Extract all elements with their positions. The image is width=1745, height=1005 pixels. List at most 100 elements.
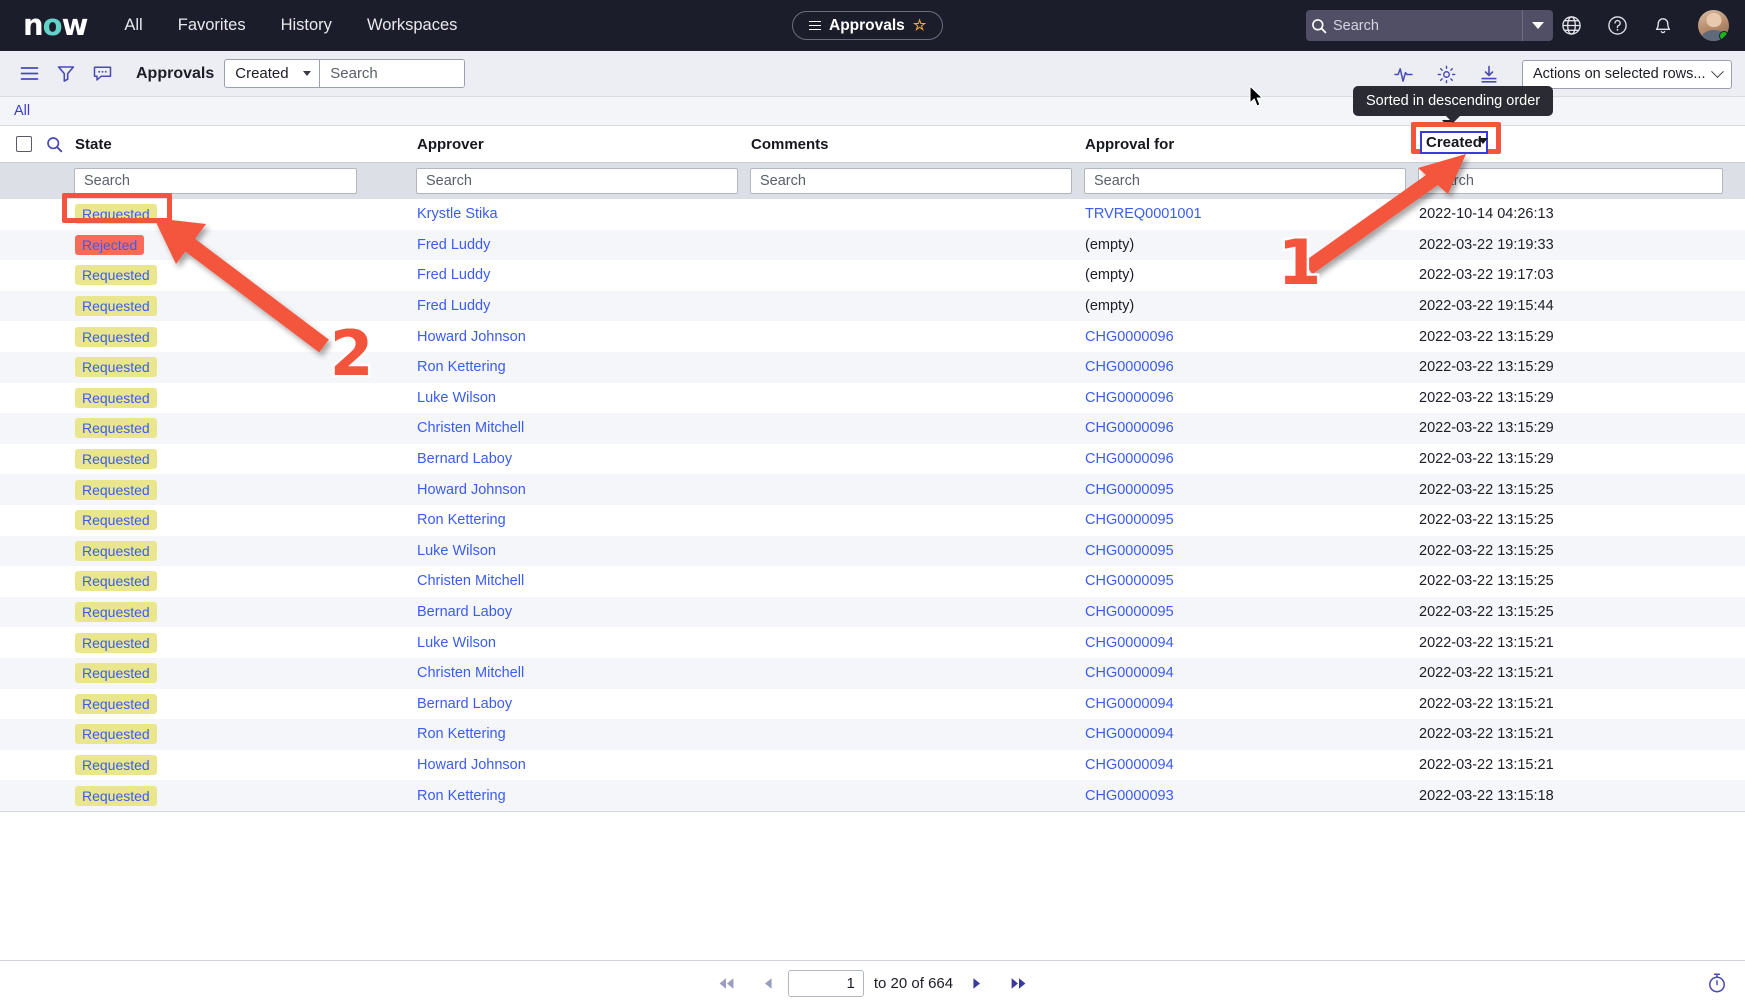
cell-approval-for[interactable]: TRVREQ0001001 bbox=[1085, 199, 1202, 230]
last-page-icon[interactable] bbox=[996, 977, 1041, 990]
select-all-checkbox[interactable] bbox=[16, 136, 32, 152]
table-row[interactable]: Requested Christen Mitchell CHG0000094 2022… bbox=[0, 657, 1745, 689]
nav-link-favorites[interactable]: Favorites bbox=[178, 16, 246, 35]
cell-approval-for[interactable]: CHG0000096 bbox=[1085, 383, 1174, 414]
download-icon[interactable] bbox=[1480, 65, 1498, 84]
gear-icon[interactable] bbox=[1437, 65, 1456, 84]
cell-approver[interactable]: Ron Kettering bbox=[417, 505, 506, 536]
cell-approver[interactable]: Fred Luddy bbox=[417, 260, 490, 291]
cell-approver[interactable]: Luke Wilson bbox=[417, 536, 496, 567]
table-row[interactable]: Requested Howard Johnson CHG0000094 2022-03… bbox=[0, 749, 1745, 781]
column-header-comments[interactable]: Comments bbox=[751, 126, 829, 163]
avatar[interactable] bbox=[1698, 10, 1729, 41]
previous-page-icon[interactable] bbox=[749, 977, 788, 990]
cell-approver[interactable]: Howard Johnson bbox=[417, 474, 526, 505]
table-row[interactable]: Requested Christen Mitchell CHG0000096 2022… bbox=[0, 413, 1745, 444]
star-icon[interactable]: ☆ bbox=[913, 18, 926, 33]
actions-on-selected-rows-select[interactable]: Actions on selected rows... bbox=[1522, 59, 1732, 89]
status-badge: Requested bbox=[75, 754, 157, 775]
table-row[interactable]: Requested Howard Johnson CHG0000095 2022-03… bbox=[0, 474, 1745, 505]
nav-link-workspaces[interactable]: Workspaces bbox=[367, 16, 457, 35]
cell-approval-for[interactable]: CHG0000095 bbox=[1085, 505, 1174, 536]
cell-approval-for[interactable]: CHG0000093 bbox=[1085, 780, 1174, 811]
table-row[interactable]: Requested Bernard Laboy CHG0000094 2022-03-… bbox=[0, 688, 1745, 720]
filter-input-comments[interactable] bbox=[750, 168, 1072, 194]
cell-approver[interactable]: Howard Johnson bbox=[417, 750, 526, 781]
column-header-approver[interactable]: Approver bbox=[417, 126, 484, 163]
breadcrumb-item-all[interactable]: All bbox=[14, 103, 30, 119]
app-title-pill[interactable]: Approvals ☆ bbox=[792, 11, 944, 40]
filter-icon[interactable] bbox=[57, 65, 75, 82]
now-logo[interactable]: now bbox=[23, 11, 88, 40]
stopwatch-icon[interactable] bbox=[1707, 973, 1727, 994]
table-row[interactable]: Requested Bernard Laboy CHG0000095 2022-03-… bbox=[0, 596, 1745, 628]
comment-icon[interactable] bbox=[93, 65, 112, 82]
table-row[interactable]: Requested Howard Johnson CHG0000096 2022-03… bbox=[0, 321, 1745, 352]
cell-approval-for[interactable]: CHG0000094 bbox=[1085, 627, 1174, 658]
page-number-input[interactable] bbox=[787, 969, 864, 997]
cell-approval-for[interactable]: CHG0000095 bbox=[1085, 474, 1174, 505]
list-filter-search-input[interactable] bbox=[320, 60, 465, 87]
table-row[interactable]: Requested Krystle Stika TRVREQ0001001 2022-… bbox=[0, 199, 1745, 230]
table-row[interactable]: Requested Luke Wilson CHG0000095 2022-03-22… bbox=[0, 535, 1745, 567]
first-page-icon[interactable] bbox=[704, 977, 749, 990]
filter-input-created[interactable] bbox=[1418, 168, 1723, 194]
cell-approval-for[interactable]: CHG0000094 bbox=[1085, 750, 1174, 781]
table-row[interactable]: Rejected Fred Luddy (empty) 2022-03-22 19:1… bbox=[0, 229, 1745, 261]
nav-link-history[interactable]: History bbox=[281, 16, 332, 35]
table-row[interactable]: Requested Christen Mitchell CHG0000095 2022… bbox=[0, 566, 1745, 597]
table-row[interactable]: Requested Fred Luddy (empty) 2022-03-22 19:… bbox=[0, 260, 1745, 291]
cell-approval-for[interactable]: CHG0000096 bbox=[1085, 321, 1174, 352]
table-row[interactable]: Requested Luke Wilson CHG0000096 2022-03-22… bbox=[0, 382, 1745, 414]
filter-input-approval-for[interactable] bbox=[1084, 168, 1406, 194]
cell-approver[interactable]: Bernard Laboy bbox=[417, 689, 512, 720]
cell-approver[interactable]: Krystle Stika bbox=[417, 199, 498, 230]
cell-approver[interactable]: Fred Luddy bbox=[417, 291, 490, 322]
filter-input-state[interactable] bbox=[74, 168, 357, 194]
cell-approval-for[interactable]: CHG0000094 bbox=[1085, 658, 1174, 689]
next-page-icon[interactable] bbox=[957, 977, 996, 990]
cell-approver[interactable]: Bernard Laboy bbox=[417, 444, 512, 475]
cell-approver[interactable]: Ron Kettering bbox=[417, 719, 506, 750]
hamburger-menu-icon[interactable] bbox=[20, 66, 39, 81]
table-row[interactable]: Requested Ron Kettering CHG0000096 2022-03-… bbox=[0, 351, 1745, 383]
cell-approver[interactable]: Christen Mitchell bbox=[417, 413, 524, 444]
cell-approver[interactable]: Ron Kettering bbox=[417, 780, 506, 811]
filter-field-select[interactable]: Created bbox=[225, 60, 321, 87]
cell-approver[interactable]: Fred Luddy bbox=[417, 230, 490, 261]
cell-approver[interactable]: Luke Wilson bbox=[417, 627, 496, 658]
cell-approval-for[interactable]: CHG0000096 bbox=[1085, 444, 1174, 475]
help-icon[interactable] bbox=[1607, 15, 1628, 36]
cell-approval-for[interactable]: CHG0000095 bbox=[1085, 536, 1174, 567]
cell-approver[interactable]: Christen Mitchell bbox=[417, 658, 524, 689]
table-row[interactable]: Requested Bernard Laboy CHG0000096 2022-03-… bbox=[0, 443, 1745, 475]
cell-approval-for[interactable]: CHG0000094 bbox=[1085, 689, 1174, 720]
table-row[interactable]: Requested Ron Kettering CHG0000094 2022-03-… bbox=[0, 719, 1745, 750]
table-row[interactable]: Requested Ron Kettering CHG0000095 2022-03-… bbox=[0, 504, 1745, 536]
activity-icon[interactable] bbox=[1394, 66, 1413, 83]
cell-approver[interactable]: Bernard Laboy bbox=[417, 597, 512, 628]
cell-approver[interactable]: Howard Johnson bbox=[417, 321, 526, 352]
column-header-approval-for[interactable]: Approval for bbox=[1085, 126, 1174, 163]
cell-approver[interactable]: Christen Mitchell bbox=[417, 566, 524, 597]
caret-down-icon[interactable] bbox=[1478, 138, 1488, 144]
table-row[interactable]: Requested Luke Wilson CHG0000094 2022-03-22… bbox=[0, 627, 1745, 658]
global-search-dropdown-button[interactable] bbox=[1522, 10, 1553, 41]
search-icon[interactable] bbox=[46, 136, 63, 158]
nav-link-all[interactable]: All bbox=[124, 16, 142, 35]
cell-approval-for[interactable]: CHG0000095 bbox=[1085, 597, 1174, 628]
table-row[interactable]: Requested Fred Luddy (empty) 2022-03-22 19:… bbox=[0, 290, 1745, 322]
cell-approver[interactable]: Luke Wilson bbox=[417, 383, 496, 414]
filter-input-approver[interactable] bbox=[416, 168, 738, 194]
cell-approval-for[interactable]: CHG0000094 bbox=[1085, 719, 1174, 750]
bell-icon[interactable] bbox=[1653, 15, 1673, 36]
column-header-state[interactable]: State bbox=[75, 126, 112, 163]
cell-approval-for[interactable]: CHG0000095 bbox=[1085, 566, 1174, 597]
cell-approval-for[interactable]: CHG0000096 bbox=[1085, 352, 1174, 383]
cell-approval-for[interactable]: CHG0000096 bbox=[1085, 413, 1174, 444]
cell-approver[interactable]: Ron Kettering bbox=[417, 352, 506, 383]
global-search-input[interactable] bbox=[1331, 16, 1522, 35]
table-row[interactable]: Requested Ron Kettering CHG0000093 2022-03-… bbox=[0, 780, 1745, 811]
global-search[interactable] bbox=[1306, 10, 1553, 41]
globe-icon[interactable] bbox=[1561, 15, 1582, 36]
